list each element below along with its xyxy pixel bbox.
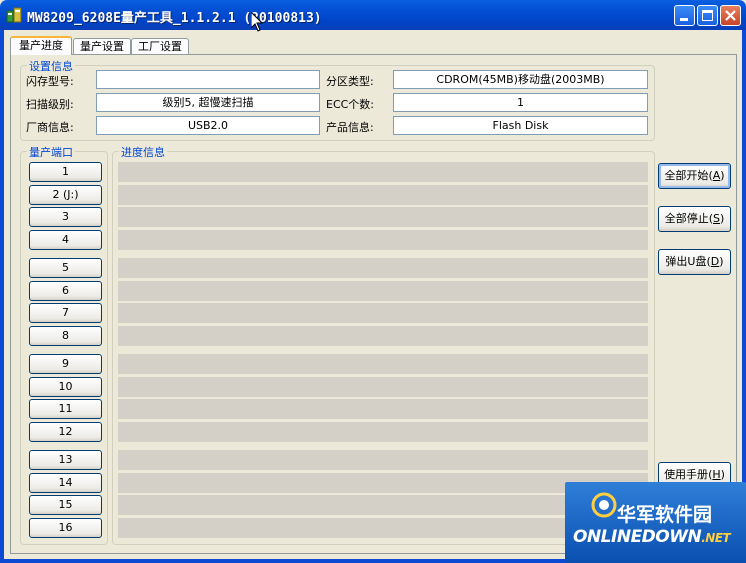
ecc-count-label: ECC个数:	[326, 98, 375, 111]
tab-production-settings[interactable]: 量产设置	[73, 38, 131, 54]
start-all-button[interactable]: 全部开始(A)	[658, 163, 731, 189]
progress-bar-6	[118, 281, 648, 301]
port-button-4[interactable]: 4	[29, 230, 102, 250]
watermark-brand: ONLINEDOWN	[573, 527, 702, 547]
progress-bar-12	[118, 422, 648, 442]
title-bar[interactable]: MW8209_6208E量产工具_1.1.2.1 (20100813)	[0, 0, 746, 32]
port-button-11[interactable]: 11	[29, 399, 102, 419]
stop-all-label: 全部停止	[664, 212, 709, 225]
manual-hotkey: H	[712, 468, 721, 481]
tab-progress[interactable]: 量产进度	[10, 36, 72, 55]
watermark-cn-text: 华军软件园	[617, 504, 713, 526]
maximize-button[interactable]	[697, 5, 718, 26]
port-button-9[interactable]: 9	[29, 354, 102, 374]
port-button-16[interactable]: 16	[29, 518, 102, 538]
partition-type-field: CDROM(45MB)移动盘(2003MB)	[393, 70, 648, 89]
product-info-field: Flash Disk	[393, 116, 648, 135]
manual-label: 使用手册	[664, 468, 709, 481]
port-button-8[interactable]: 8	[29, 326, 102, 346]
ecc-count-field: 1	[393, 93, 648, 112]
eject-usb-button[interactable]: 弹出U盘(D)	[658, 249, 731, 275]
progress-bar-13	[118, 450, 648, 470]
close-icon	[725, 10, 736, 21]
port-button-2[interactable]: 2 (J:)	[29, 185, 102, 205]
stop-all-hotkey: S	[713, 212, 720, 225]
port-button-13[interactable]: 13	[29, 450, 102, 470]
progress-bar-1	[118, 162, 648, 182]
onlinedown-logo-icon	[591, 492, 617, 518]
port-button-12[interactable]: 12	[29, 422, 102, 442]
vendor-info-field: USB2.0	[96, 116, 320, 135]
scan-level-field: 级别5, 超慢速扫描	[96, 93, 320, 112]
port-button-5[interactable]: 5	[29, 258, 102, 278]
progress-bar-3	[118, 207, 648, 227]
partition-type-label: 分区类型:	[326, 75, 374, 88]
start-all-hotkey: A	[712, 169, 721, 182]
product-info-label: 产品信息:	[326, 121, 374, 134]
progress-bar-4	[118, 230, 648, 250]
ports-group-title: 量产端口	[27, 144, 75, 160]
flash-model-field	[96, 70, 320, 89]
watermark-en-text: ONLINEDOWN.NET	[573, 527, 731, 547]
mouse-cursor-icon	[251, 12, 263, 32]
start-all-label: 全部开始	[664, 169, 709, 182]
close-button[interactable]	[720, 5, 741, 26]
port-button-3[interactable]: 3	[29, 207, 102, 227]
app-icon	[6, 7, 22, 23]
window-frame-left	[0, 30, 4, 563]
progress-bar-7	[118, 303, 648, 323]
port-button-6[interactable]: 6	[29, 281, 102, 301]
window-title: MW8209_6208E量产工具_1.1.2.1 (20100813)	[27, 11, 322, 26]
watermark-logo: 华军软件园 ONLINEDOWN.NET	[565, 482, 746, 563]
vendor-info-label: 厂商信息:	[26, 121, 74, 134]
eject-usb-label: 弹出U盘	[665, 255, 707, 268]
progress-bar-2	[118, 185, 648, 205]
eject-usb-hotkey: D	[710, 255, 720, 268]
stop-all-button[interactable]: 全部停止(S)	[658, 206, 731, 232]
settings-group-title: 设置信息	[27, 58, 75, 74]
watermark-suffix: .NET	[701, 531, 731, 545]
flash-model-label: 闪存型号:	[26, 75, 74, 88]
port-button-15[interactable]: 15	[29, 495, 102, 515]
port-button-7[interactable]: 7	[29, 303, 102, 323]
maximize-icon	[702, 10, 713, 21]
tab-factory-settings[interactable]: 工厂设置	[131, 38, 189, 54]
scan-level-label: 扫描级别:	[26, 98, 74, 111]
progress-bar-11	[118, 399, 648, 419]
progress-bar-9	[118, 354, 648, 374]
port-button-1[interactable]: 1	[29, 162, 102, 182]
port-button-14[interactable]: 14	[29, 473, 102, 493]
port-button-10[interactable]: 10	[29, 377, 102, 397]
progress-bar-5	[118, 258, 648, 278]
progress-group-title: 进度信息	[119, 144, 167, 160]
minimize-button[interactable]	[674, 5, 695, 26]
progress-bar-10	[118, 377, 648, 397]
progress-bar-8	[118, 326, 648, 346]
minimize-icon	[680, 18, 688, 21]
